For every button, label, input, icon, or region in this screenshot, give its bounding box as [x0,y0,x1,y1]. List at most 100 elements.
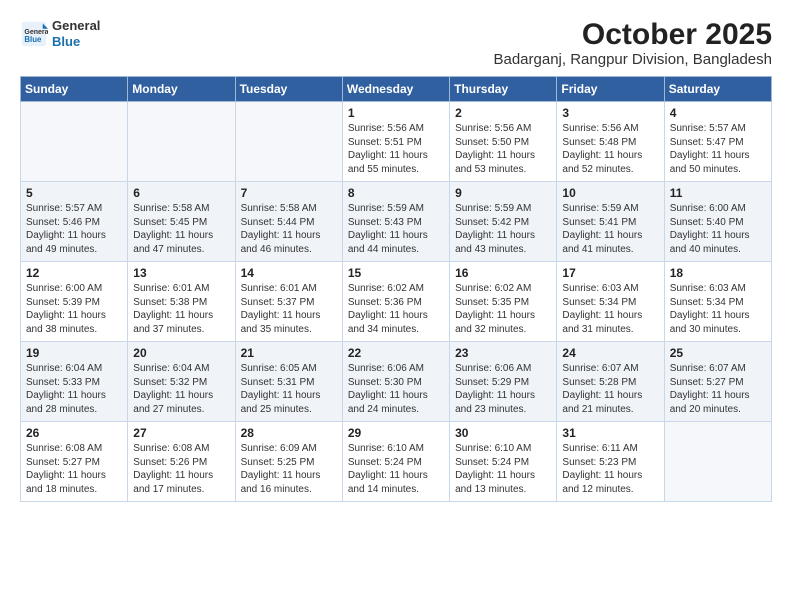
calendar-week-2: 5 Sunrise: 5:57 AM Sunset: 5:46 PM Daylig… [21,182,772,262]
calendar-cell: 26Sunrise: 6:08 AM Sunset: 5:27 PM Dayli… [21,422,128,502]
calendar-cell: 21 Sunrise: 6:05 AM Sunset: 5:31 PM Dayli… [235,342,342,422]
calendar-cell: 22 Sunrise: 6:06 AM Sunset: 5:30 PM Dayli… [342,342,449,422]
day-info: Sunrise: 6:05 AM Sunset: 5:31 PM Dayligh… [241,362,337,416]
day-info: Sunrise: 5:59 AM Sunset: 5:41 PM Dayligh… [562,202,658,256]
day-number: 22 [348,346,444,360]
col-header-saturday: Saturday [664,77,771,102]
calendar-cell: 25 Sunrise: 6:07 AM Sunset: 5:27 PM Dayli… [664,342,771,422]
day-info: Sunrise: 5:59 AM Sunset: 5:42 PM Dayligh… [455,202,551,256]
col-header-sunday: Sunday [21,77,128,102]
calendar-cell: 17Sunrise: 6:03 AM Sunset: 5:34 PM Dayli… [557,262,664,342]
calendar-cell: 23Sunrise: 6:06 AM Sunset: 5:29 PM Dayli… [450,342,557,422]
day-info: Sunrise: 5:56 AM Sunset: 5:51 PM Dayligh… [348,122,444,176]
day-number: 19 [26,346,122,360]
calendar-cell: 20Sunrise: 6:04 AM Sunset: 5:32 PM Dayli… [128,342,235,422]
day-number: 16 [455,266,551,280]
calendar-week-3: 12Sunrise: 6:00 AM Sunset: 5:39 PM Dayli… [21,262,772,342]
calendar-cell: 11Sunrise: 6:00 AM Sunset: 5:40 PM Dayli… [664,182,771,262]
day-number: 7 [241,186,337,200]
day-number: 11 [670,186,766,200]
day-info: Sunrise: 5:56 AM Sunset: 5:50 PM Dayligh… [455,122,551,176]
day-number: 29 [348,426,444,440]
day-info: Sunrise: 5:57 AM Sunset: 5:46 PM Dayligh… [26,202,122,256]
day-number: 20 [133,346,229,360]
day-info: Sunrise: 5:56 AM Sunset: 5:48 PM Dayligh… [562,122,658,176]
calendar-cell: 1 Sunrise: 5:56 AM Sunset: 5:51 PM Daylig… [342,102,449,182]
calendar-cell: 18 Sunrise: 6:03 AM Sunset: 5:34 PM Dayli… [664,262,771,342]
day-number: 13 [133,266,229,280]
col-header-monday: Monday [128,77,235,102]
logo: General Blue General Blue [20,18,100,49]
day-number: 8 [348,186,444,200]
day-number: 17 [562,266,658,280]
calendar-cell: 12Sunrise: 6:00 AM Sunset: 5:39 PM Dayli… [21,262,128,342]
calendar-table: SundayMondayTuesdayWednesdayThursdayFrid… [20,76,772,502]
calendar-cell: 28Sunrise: 6:09 AM Sunset: 5:25 PM Dayli… [235,422,342,502]
calendar-cell [128,102,235,182]
day-info: Sunrise: 6:03 AM Sunset: 5:34 PM Dayligh… [670,282,766,336]
day-info: Sunrise: 6:02 AM Sunset: 5:35 PM Dayligh… [455,282,551,336]
day-info: Sunrise: 6:09 AM Sunset: 5:25 PM Dayligh… [241,442,337,496]
day-number: 25 [670,346,766,360]
calendar-cell: 7Sunrise: 5:58 AM Sunset: 5:44 PM Daylig… [235,182,342,262]
calendar-week-4: 19Sunrise: 6:04 AM Sunset: 5:33 PM Dayli… [21,342,772,422]
logo-icon: General Blue [20,20,48,48]
day-info: Sunrise: 5:57 AM Sunset: 5:47 PM Dayligh… [670,122,766,176]
day-number: 26 [26,426,122,440]
logo-general: General [52,18,100,34]
day-info: Sunrise: 5:58 AM Sunset: 5:45 PM Dayligh… [133,202,229,256]
day-number: 6 [133,186,229,200]
col-header-thursday: Thursday [450,77,557,102]
day-number: 21 [241,346,337,360]
day-number: 18 [670,266,766,280]
calendar-week-5: 26Sunrise: 6:08 AM Sunset: 5:27 PM Dayli… [21,422,772,502]
calendar-week-1: 1 Sunrise: 5:56 AM Sunset: 5:51 PM Daylig… [21,102,772,182]
day-number: 9 [455,186,551,200]
logo-blue: Blue [52,34,100,50]
day-info: Sunrise: 6:01 AM Sunset: 5:37 PM Dayligh… [241,282,337,336]
calendar-cell: 24Sunrise: 6:07 AM Sunset: 5:28 PM Dayli… [557,342,664,422]
day-number: 10 [562,186,658,200]
day-number: 27 [133,426,229,440]
calendar-cell: 29 Sunrise: 6:10 AM Sunset: 5:24 PM Dayli… [342,422,449,502]
calendar-cell: 10 Sunrise: 5:59 AM Sunset: 5:41 PM Dayli… [557,182,664,262]
title-block: October 2025 Badarganj, Rangpur Division… [493,18,772,68]
col-header-tuesday: Tuesday [235,77,342,102]
day-info: Sunrise: 6:00 AM Sunset: 5:39 PM Dayligh… [26,282,122,336]
day-info: Sunrise: 6:11 AM Sunset: 5:23 PM Dayligh… [562,442,658,496]
day-info: Sunrise: 6:06 AM Sunset: 5:30 PM Dayligh… [348,362,444,416]
day-info: Sunrise: 6:07 AM Sunset: 5:27 PM Dayligh… [670,362,766,416]
day-number: 31 [562,426,658,440]
day-info: Sunrise: 6:08 AM Sunset: 5:26 PM Dayligh… [133,442,229,496]
calendar-cell: 15Sunrise: 6:02 AM Sunset: 5:36 PM Dayli… [342,262,449,342]
day-number: 23 [455,346,551,360]
col-header-wednesday: Wednesday [342,77,449,102]
calendar-cell: 16 Sunrise: 6:02 AM Sunset: 5:35 PM Dayli… [450,262,557,342]
calendar-title: October 2025 [493,18,772,51]
day-number: 5 [26,186,122,200]
day-number: 3 [562,106,658,120]
svg-text:Blue: Blue [24,34,42,43]
calendar-cell: 9 Sunrise: 5:59 AM Sunset: 5:42 PM Daylig… [450,182,557,262]
calendar-cell: 6 Sunrise: 5:58 AM Sunset: 5:45 PM Daylig… [128,182,235,262]
day-info: Sunrise: 6:10 AM Sunset: 5:24 PM Dayligh… [455,442,551,496]
day-number: 15 [348,266,444,280]
calendar-cell [664,422,771,502]
day-number: 1 [348,106,444,120]
day-info: Sunrise: 6:10 AM Sunset: 5:24 PM Dayligh… [348,442,444,496]
page: General Blue General Blue October 2025 B… [0,0,792,512]
calendar-cell: 13 Sunrise: 6:01 AM Sunset: 5:38 PM Dayli… [128,262,235,342]
calendar-cell: 30 Sunrise: 6:10 AM Sunset: 5:24 PM Dayli… [450,422,557,502]
calendar-cell [235,102,342,182]
day-number: 14 [241,266,337,280]
day-info: Sunrise: 6:01 AM Sunset: 5:38 PM Dayligh… [133,282,229,336]
day-number: 24 [562,346,658,360]
day-number: 30 [455,426,551,440]
calendar-cell: 4Sunrise: 5:57 AM Sunset: 5:47 PM Daylig… [664,102,771,182]
calendar-cell: 19Sunrise: 6:04 AM Sunset: 5:33 PM Dayli… [21,342,128,422]
calendar-header-row: SundayMondayTuesdayWednesdayThursdayFrid… [21,77,772,102]
col-header-friday: Friday [557,77,664,102]
calendar-subtitle: Badarganj, Rangpur Division, Bangladesh [493,51,772,68]
calendar-cell: 31 Sunrise: 6:11 AM Sunset: 5:23 PM Dayli… [557,422,664,502]
calendar-cell: 14 Sunrise: 6:01 AM Sunset: 5:37 PM Dayli… [235,262,342,342]
